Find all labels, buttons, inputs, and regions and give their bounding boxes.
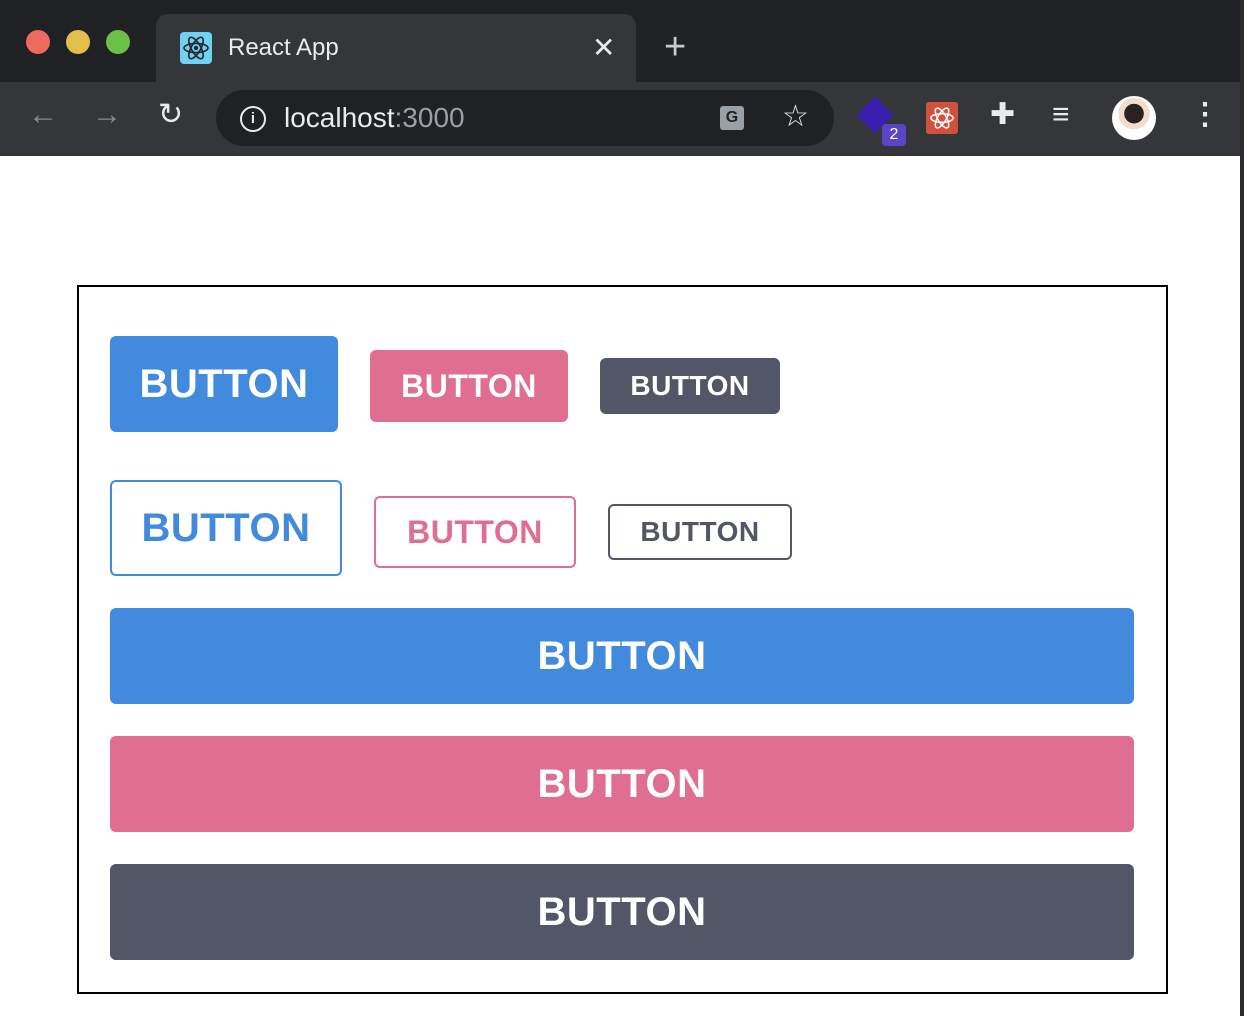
large-primary-button[interactable]: BUTTON xyxy=(110,336,338,432)
maximize-window-button[interactable] xyxy=(106,30,130,54)
small-gray-button[interactable]: BUTTON xyxy=(600,358,780,414)
browser-tab[interactable]: React App ✕ xyxy=(156,14,636,82)
url-host: localhost xyxy=(284,102,395,133)
close-tab-icon[interactable]: ✕ xyxy=(592,34,615,62)
full-width-gray-button[interactable]: BUTTON xyxy=(110,864,1134,960)
star-icon[interactable]: ☆ xyxy=(782,102,809,132)
outline-large-primary-button[interactable]: BUTTON xyxy=(110,480,342,576)
address-bar[interactable]: i localhost:3000 G ☆ xyxy=(216,90,834,146)
forward-icon[interactable]: → xyxy=(92,100,122,130)
menu-icon[interactable]: ⋮ xyxy=(1190,100,1220,130)
full-width-pink-button[interactable]: BUTTON xyxy=(110,736,1134,832)
reload-icon[interactable]: ↻ xyxy=(158,100,183,130)
react-devtools-icon[interactable] xyxy=(926,102,958,134)
outline-medium-pink-button[interactable]: BUTTON xyxy=(374,496,576,568)
back-icon[interactable]: ← xyxy=(28,100,58,130)
media-icon[interactable]: ≡ xyxy=(1052,100,1070,130)
extension-badge: 2 xyxy=(882,124,906,146)
url-text[interactable]: localhost:3000 xyxy=(284,102,465,134)
minimize-window-button[interactable] xyxy=(66,30,90,54)
react-favicon-icon xyxy=(180,32,212,64)
new-tab-icon[interactable]: + xyxy=(664,28,686,66)
avatar[interactable] xyxy=(1112,96,1156,140)
full-width-primary-button[interactable]: BUTTON xyxy=(110,608,1134,704)
close-window-button[interactable] xyxy=(26,30,50,54)
info-icon[interactable]: i xyxy=(240,106,266,132)
url-port: :3000 xyxy=(394,102,465,133)
outline-small-gray-button[interactable]: BUTTON xyxy=(608,504,792,560)
tab-title: React App xyxy=(228,34,339,61)
puzzle-icon[interactable]: ✚ xyxy=(990,100,1015,130)
window-edge xyxy=(1240,0,1244,1016)
translate-icon[interactable]: G xyxy=(720,106,744,130)
medium-pink-button[interactable]: BUTTON xyxy=(370,350,568,422)
